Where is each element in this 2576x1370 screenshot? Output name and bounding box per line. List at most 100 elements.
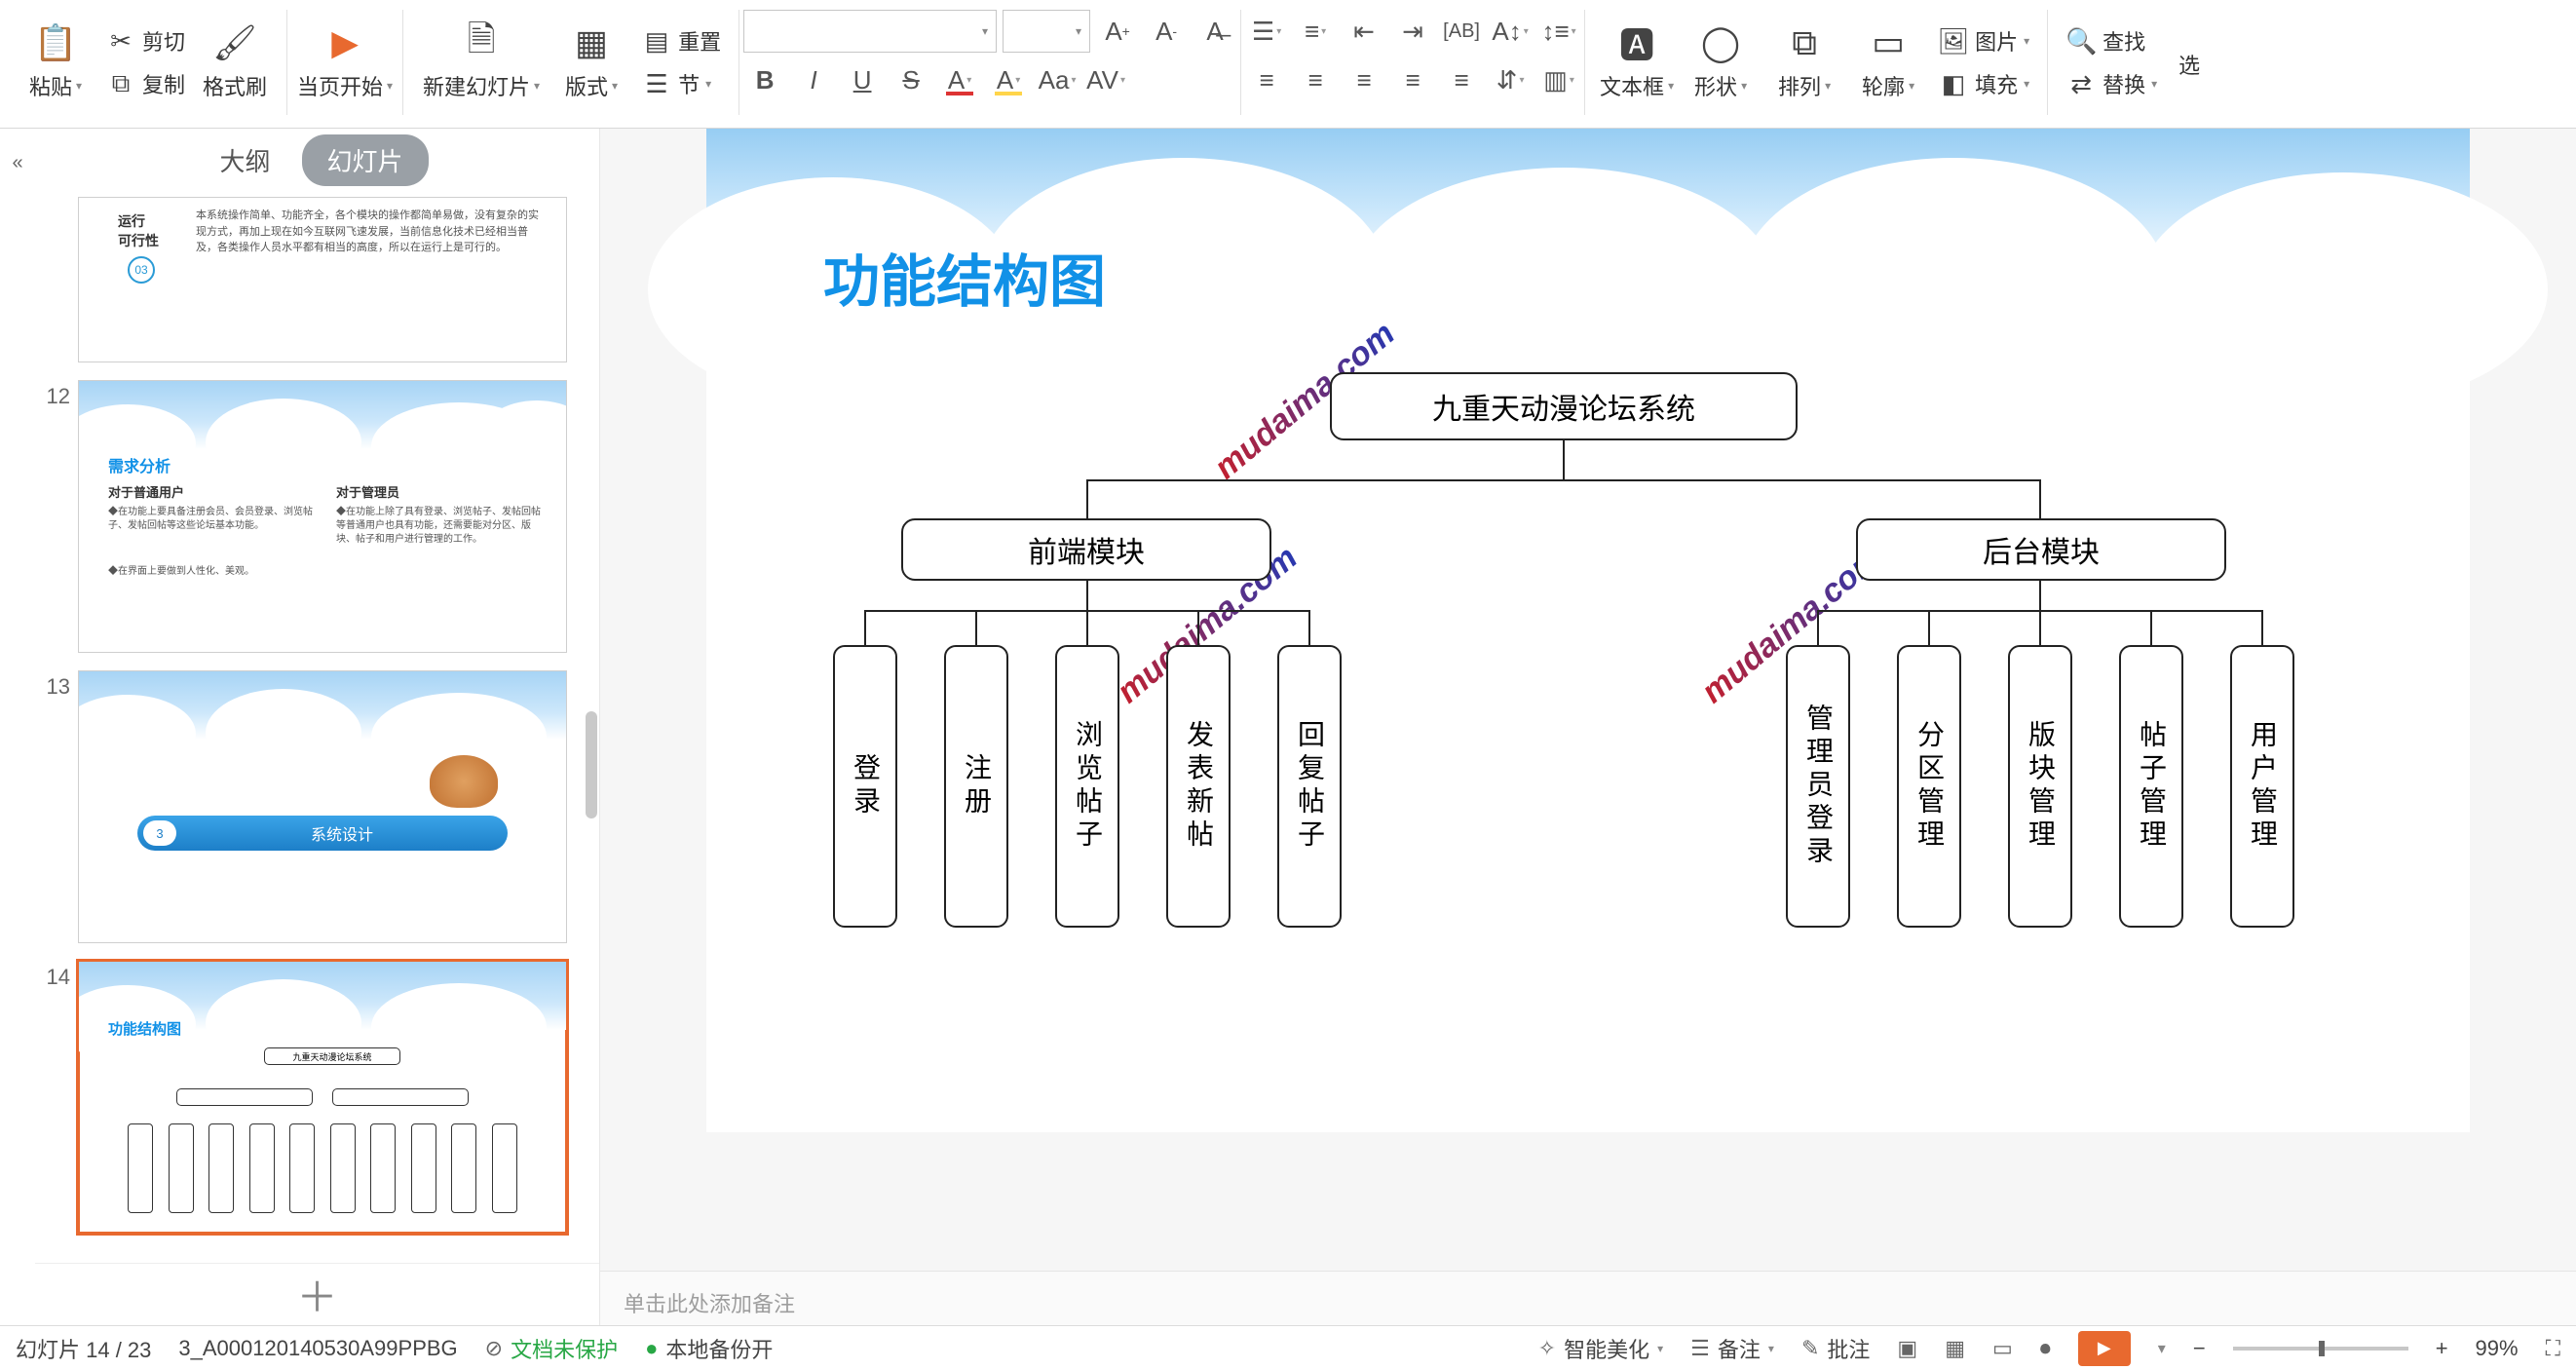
strike-button[interactable]: S [890, 58, 932, 101]
status-comment[interactable]: ✎批注 [1801, 1333, 1870, 1364]
italic-button[interactable]: I [792, 58, 835, 101]
align-left-button[interactable]: ≡ [1245, 58, 1288, 101]
paste-button[interactable]: 📋 粘贴▾ [14, 8, 97, 115]
view-sorter-button[interactable]: ▦ [1945, 1336, 1965, 1361]
collapse-panel-button[interactable]: « [0, 129, 35, 1325]
picture-icon: 🖼 [1938, 25, 1969, 57]
slideshow-dropdown[interactable]: ▾ [2158, 1339, 2166, 1358]
picture-button[interactable]: 🖼图片▾ [1930, 20, 2037, 61]
wand-icon: ✧ [1538, 1336, 1556, 1361]
reading-view-icon: ▭ [1992, 1336, 2013, 1361]
underline-button[interactable]: U [841, 58, 884, 101]
fit-icon: ⛶ [2546, 1336, 2560, 1361]
font-color-button[interactable]: A▾ [938, 58, 981, 101]
tab-outline[interactable]: 大纲 [206, 136, 284, 184]
format-painter-button[interactable]: 🖌 格式刷 [193, 8, 277, 115]
align-justify-button[interactable]: ≡ [1391, 58, 1434, 101]
line-spacing-button[interactable]: ↕≡▾ [1537, 10, 1580, 53]
view-normal-button[interactable]: ▣ [1897, 1336, 1917, 1361]
arrange-label: 排列 [1778, 70, 1821, 101]
status-notes[interactable]: ☰备注▾ [1690, 1333, 1774, 1364]
org-leaf: 浏览帖子 [1055, 645, 1119, 928]
add-slide-button[interactable]: ＋ [35, 1263, 599, 1325]
font-size-combo[interactable]: ▾ [1003, 10, 1090, 53]
scissors-icon: ✂ [105, 25, 136, 57]
view-reading-button[interactable]: ▭ [1992, 1336, 2013, 1361]
align-right-button[interactable]: ≡ [1343, 58, 1385, 101]
section-button[interactable]: ☰节▾ [633, 63, 729, 104]
slide-number: 12 [39, 380, 78, 409]
bullets-button[interactable]: ☰▾ [1245, 10, 1288, 53]
textbox-button[interactable]: 🅰文本框▾ [1595, 8, 1679, 115]
status-bar: 幻灯片 14 / 23 3_A000120140530A99PPBG ⊘文档未保… [0, 1325, 2576, 1370]
thumbnail-12[interactable]: 需求分析 对于普通用户 对于管理员 ◆在功能上要具备注册会员、会员登录、浏览帖子… [78, 380, 567, 653]
from-current-button[interactable]: ▶ 当页开始▾ [297, 8, 393, 115]
normal-view-icon: ▣ [1897, 1336, 1917, 1361]
cut-label: 剪切 [142, 25, 185, 57]
replace-button[interactable]: ⇄替换▾ [2058, 63, 2165, 104]
grp-slideshow: ▶ 当页开始▾ [291, 4, 398, 119]
thumbnail-13[interactable]: 3 系统设计 [78, 670, 567, 943]
slide-title[interactable]: 功能结构图 [823, 236, 1106, 318]
thumb-text: 运行 [118, 211, 145, 231]
highlight-button[interactable]: A▾ [987, 58, 1030, 101]
reset-label: 重置 [678, 25, 721, 57]
select-button[interactable]: 选 [2165, 8, 2214, 115]
notes-placeholder[interactable]: 单击此处添加备注 [600, 1271, 2576, 1325]
current-slide[interactable]: 功能结构图 mudaima.com mudaima.com mudaima.co… [706, 129, 2470, 1132]
status-page[interactable]: 幻灯片 14 / 23 [16, 1333, 151, 1364]
zoom-in-button[interactable]: + [2436, 1336, 2448, 1361]
play-icon: ▶ [323, 21, 366, 64]
reset-button[interactable]: ▤重置 [633, 20, 729, 61]
cut-button[interactable]: ✂剪切 [97, 20, 193, 61]
decrease-indent-button[interactable]: ⇤ [1343, 10, 1385, 53]
thumbnail-list[interactable]: 运行 可行性 03 本系统操作简单、功能齐全，各个模块的操作都简单易做，没有复杂… [35, 191, 599, 1263]
outline-button[interactable]: ▭轮廓▾ [1846, 8, 1930, 115]
layout-button[interactable]: ▦ 版式▾ [549, 8, 633, 115]
record-button[interactable]: ⏺ [2040, 1336, 2051, 1361]
thumbnail-11[interactable]: 运行 可行性 03 本系统操作简单、功能齐全，各个模块的操作都简单易做，没有复杂… [78, 197, 567, 362]
status-beautify[interactable]: ✧智能美化▾ [1538, 1333, 1663, 1364]
status-backup[interactable]: ●本地备份开 [645, 1333, 773, 1364]
zoom-out-button[interactable]: − [2193, 1336, 2206, 1361]
align-center-button[interactable]: ≡ [1294, 58, 1337, 101]
org-chart[interactable]: 九重天动漫论坛系统 前端模块 后台模块 [804, 323, 2372, 1074]
copy-button[interactable]: ⧉复制 [97, 63, 193, 104]
fill-icon: ◧ [1938, 68, 1969, 99]
fit-button[interactable]: ⛶ [2546, 1336, 2560, 1361]
zoom-slider[interactable] [2233, 1347, 2408, 1351]
tab-slides[interactable]: 幻灯片 [302, 134, 429, 186]
thumb-text: 在界面上要做到人性化、美观。 [118, 566, 254, 577]
sorter-view-icon: ▦ [1945, 1336, 1965, 1361]
arrange-button[interactable]: ⧉排列▾ [1762, 8, 1846, 115]
numbering-button[interactable]: ≡▾ [1294, 10, 1337, 53]
org-leaf: 发表新帖 [1166, 645, 1231, 928]
shape-button[interactable]: ◯形状▾ [1679, 8, 1762, 115]
columns-button[interactable]: ▥▾ [1537, 58, 1580, 101]
clear-format-button[interactable]: A̶ [1193, 10, 1236, 53]
org-leaf: 管理员登录 [1786, 645, 1850, 928]
canvas[interactable]: 功能结构图 mudaima.com mudaima.com mudaima.co… [600, 129, 2576, 1271]
new-slide-icon: 🗎 [460, 21, 503, 64]
zoom-value[interactable]: 99% [2476, 1336, 2519, 1361]
slideshow-button[interactable]: ▶ [2078, 1331, 2131, 1366]
char-spacing-button[interactable]: AV▾ [1084, 58, 1127, 101]
ruby-button[interactable]: [AB] [1440, 10, 1483, 53]
thumb-badge: 3 [143, 820, 176, 846]
text-direction-button[interactable]: A↕▾ [1489, 10, 1532, 53]
align-vertical-button[interactable]: ⇵▾ [1489, 58, 1532, 101]
thumbnail-14[interactable]: 功能结构图 九重天动漫论坛系统 [78, 961, 567, 1234]
thumb-title: 系统设计 [176, 821, 508, 845]
distribute-button[interactable]: ≡ [1440, 58, 1483, 101]
shrink-font-button[interactable]: A- [1145, 10, 1188, 53]
bold-button[interactable]: B [743, 58, 786, 101]
change-case-button[interactable]: Aa▾ [1036, 58, 1079, 101]
increase-indent-button[interactable]: ⇥ [1391, 10, 1434, 53]
new-slide-button[interactable]: 🗎 新建幻灯片▾ [413, 8, 549, 115]
find-button[interactable]: 🔍查找 [2058, 20, 2165, 61]
grow-font-button[interactable]: A+ [1096, 10, 1139, 53]
scrollbar-thumb[interactable] [586, 711, 597, 818]
fill-button[interactable]: ◧填充▾ [1930, 63, 2037, 104]
status-protect[interactable]: ⊘文档未保护 [485, 1333, 618, 1364]
font-family-combo[interactable]: ▾ [743, 10, 997, 53]
